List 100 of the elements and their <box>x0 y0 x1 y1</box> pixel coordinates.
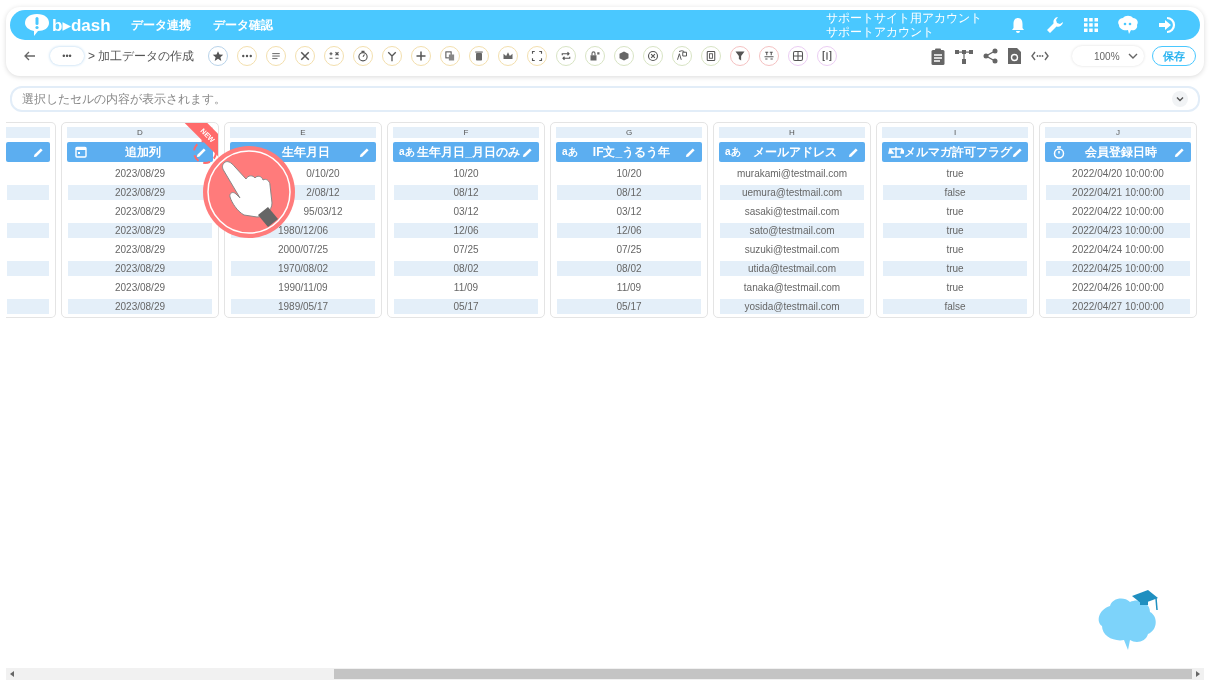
dots-tool-button[interactable] <box>237 46 258 66</box>
pencil-icon[interactable] <box>359 146 370 158</box>
table-cell[interactable]: true <box>883 223 1027 238</box>
pencil-icon[interactable] <box>196 146 207 158</box>
table-cell[interactable]: 2022/04/21 10:00:00 <box>1046 185 1190 200</box>
table-cell[interactable]: false <box>883 299 1027 314</box>
table-cell[interactable]: true <box>883 242 1027 257</box>
table-cell[interactable]: 1989/05/17 <box>231 299 375 314</box>
convert-tool-button[interactable] <box>672 46 693 66</box>
pencil-icon[interactable] <box>1174 146 1185 158</box>
pencil-icon[interactable] <box>33 146 44 158</box>
pencil-icon[interactable] <box>685 146 696 158</box>
table-cell[interactable]: 2022/04/20 10:00:00 <box>1046 166 1190 181</box>
table-cell[interactable] <box>7 223 49 238</box>
calc-tool-button[interactable] <box>324 46 345 66</box>
code-icon[interactable] <box>1031 51 1049 61</box>
box-tool-button[interactable] <box>614 46 635 66</box>
table-cell[interactable]: tanaka@testmail.com <box>720 280 864 295</box>
table-cell[interactable]: 03/12 <box>557 204 701 219</box>
split-tool-button[interactable] <box>817 46 838 66</box>
table-cell[interactable]: 2023/08/29 <box>68 242 212 257</box>
table-cell[interactable]: utida@testmail.com <box>720 261 864 276</box>
table-cell[interactable]: 05/17 <box>557 299 701 314</box>
star-tool-button[interactable] <box>208 46 229 66</box>
lock-tool-button[interactable] <box>585 46 606 66</box>
table-cell[interactable]: 2022/04/23 10:00:00 <box>1046 223 1190 238</box>
table-cell[interactable]: 2023/08/29 <box>68 261 212 276</box>
group-tool-button[interactable] <box>759 46 780 66</box>
clipboard-icon[interactable] <box>931 47 945 65</box>
lines-tool-button[interactable] <box>266 46 287 66</box>
timer-tool-button[interactable] <box>353 46 374 66</box>
zoom-select[interactable]: 100% <box>1072 46 1144 66</box>
table-cell[interactable]: sasaki@testmail.com <box>720 204 864 219</box>
table-cell[interactable]: 03/12 <box>394 204 538 219</box>
table-cell[interactable]: 11/09 <box>557 280 701 295</box>
column-letter: G <box>556 127 702 138</box>
file-refresh-icon[interactable] <box>1008 48 1021 64</box>
grid-tool-button[interactable] <box>788 46 809 66</box>
table-cell[interactable]: 08/12 <box>394 185 538 200</box>
column-title: 追加列 <box>123 143 162 161</box>
table-cell[interactable]: 07/25 <box>394 242 538 257</box>
table-cell[interactable]: 2000/07/25 <box>231 242 375 257</box>
table-cell[interactable] <box>7 261 49 276</box>
table-cell[interactable]: 2023/08/29 <box>68 280 212 295</box>
pencil-icon[interactable] <box>848 146 859 158</box>
table-cell[interactable]: 08/02 <box>394 261 538 276</box>
table-cell[interactable]: 2023/08/29 <box>68 223 212 238</box>
trash-tool-button[interactable] <box>469 46 490 66</box>
table-cell[interactable]: 12/06 <box>557 223 701 238</box>
horizontal-scrollbar[interactable] <box>6 668 1204 680</box>
copy-tool-button[interactable] <box>440 46 461 66</box>
table-cell[interactable]: yosida@testmail.com <box>720 299 864 314</box>
table-cell[interactable]: true <box>883 280 1027 295</box>
plus-tool-button[interactable] <box>411 46 432 66</box>
table-cell[interactable]: 1970/08/02 <box>231 261 375 276</box>
breadcrumb-more-button[interactable]: ••• <box>50 47 84 65</box>
tools-tool-button[interactable] <box>295 46 316 66</box>
table-cell[interactable]: 12/06 <box>394 223 538 238</box>
scrollbar-thumb[interactable] <box>334 669 1192 679</box>
pencil-icon[interactable] <box>522 146 533 158</box>
table-cell[interactable]: 05/17 <box>394 299 538 314</box>
table-cell[interactable]: 08/12 <box>557 185 701 200</box>
table-cell[interactable]: 2023/08/29 <box>68 299 212 314</box>
chevron-down-icon[interactable] <box>1172 91 1188 107</box>
table-cell[interactable]: 08/02 <box>557 261 701 276</box>
frame-tool-button[interactable] <box>701 46 722 66</box>
table-cell[interactable]: 2022/04/24 10:00:00 <box>1046 242 1190 257</box>
cancel-tool-button[interactable] <box>643 46 664 66</box>
table-cell[interactable]: 2022/04/25 10:00:00 <box>1046 261 1190 276</box>
table-cell[interactable]: 1990/11/09 <box>231 280 375 295</box>
table-cell[interactable]: suzuki@testmail.com <box>720 242 864 257</box>
table-cell[interactable]: true <box>883 261 1027 276</box>
filter-tool-button[interactable] <box>730 46 751 66</box>
table-cell[interactable]: true <box>883 166 1027 181</box>
cell-content-field[interactable]: 選択したセルの内容が表示されます。 <box>22 92 1172 106</box>
table-cell[interactable]: 11/09 <box>394 280 538 295</box>
column-header[interactable] <box>6 142 50 162</box>
table-cell[interactable]: 10/20 <box>557 166 701 181</box>
table-cell[interactable] <box>7 299 49 314</box>
table-cell[interactable]: true <box>883 204 1027 219</box>
table-cell[interactable]: sato@testmail.com <box>720 223 864 238</box>
table-cell[interactable] <box>7 185 49 200</box>
share-icon[interactable] <box>983 48 998 64</box>
swap-tool-button[interactable] <box>556 46 577 66</box>
cell-content-panel[interactable]: 選択したセルの内容が表示されます。 <box>10 86 1200 112</box>
table-cell[interactable]: 2022/04/26 10:00:00 <box>1046 280 1190 295</box>
back-arrow-icon[interactable] <box>24 51 36 61</box>
table-cell[interactable]: 2022/04/22 10:00:00 <box>1046 204 1190 219</box>
table-cell[interactable]: murakami@testmail.com <box>720 166 864 181</box>
crown-tool-button[interactable] <box>498 46 519 66</box>
table-cell[interactable]: false <box>883 185 1027 200</box>
table-cell[interactable]: uemura@testmail.com <box>720 185 864 200</box>
hierarchy-icon[interactable] <box>955 48 973 64</box>
fork-tool-button[interactable] <box>382 46 403 66</box>
text-type-icon: aあ <box>399 145 415 159</box>
table-cell[interactable]: 2022/04/27 10:00:00 <box>1046 299 1190 314</box>
expand-tool-button[interactable] <box>527 46 548 66</box>
pencil-icon[interactable] <box>1012 146 1023 158</box>
table-cell[interactable]: 10/20 <box>394 166 538 181</box>
table-cell[interactable]: 07/25 <box>557 242 701 257</box>
